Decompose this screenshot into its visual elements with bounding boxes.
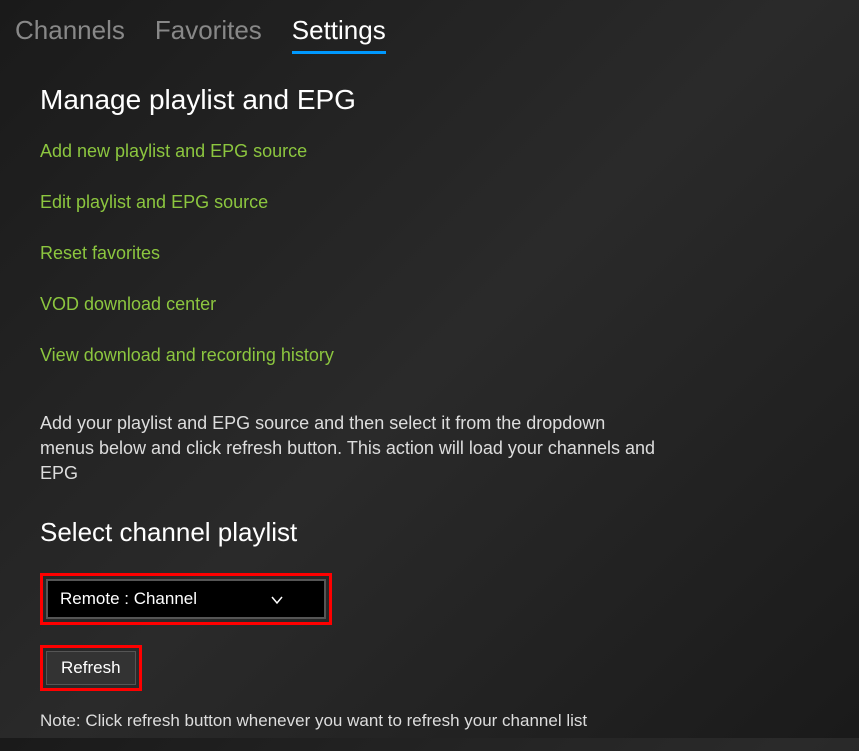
link-vod-center[interactable]: VOD download center [40, 294, 819, 315]
tab-favorites[interactable]: Favorites [155, 15, 262, 54]
dropdown-selected-value: Remote : Channel [60, 589, 197, 609]
dropdown-highlight: Remote : Channel [40, 573, 332, 625]
select-playlist-title: Select channel playlist [40, 517, 819, 548]
refresh-highlight: Refresh [40, 645, 142, 691]
settings-content: Manage playlist and EPG Add new playlist… [0, 64, 859, 751]
link-edit-playlist[interactable]: Edit playlist and EPG source [40, 192, 819, 213]
refresh-button[interactable]: Refresh [46, 651, 136, 685]
chevron-down-icon [270, 592, 284, 606]
tab-channels[interactable]: Channels [15, 15, 125, 54]
tab-bar: Channels Favorites Settings [0, 0, 859, 64]
link-reset-favorites[interactable]: Reset favorites [40, 243, 819, 264]
description-text: Add your playlist and EPG source and the… [40, 411, 660, 487]
playlist-dropdown[interactable]: Remote : Channel [46, 579, 326, 619]
link-view-history[interactable]: View download and recording history [40, 345, 819, 366]
note-text: Note: Click refresh button whenever you … [40, 711, 819, 731]
section-title: Manage playlist and EPG [40, 84, 819, 116]
link-add-new-playlist[interactable]: Add new playlist and EPG source [40, 141, 819, 162]
tab-settings[interactable]: Settings [292, 15, 386, 54]
